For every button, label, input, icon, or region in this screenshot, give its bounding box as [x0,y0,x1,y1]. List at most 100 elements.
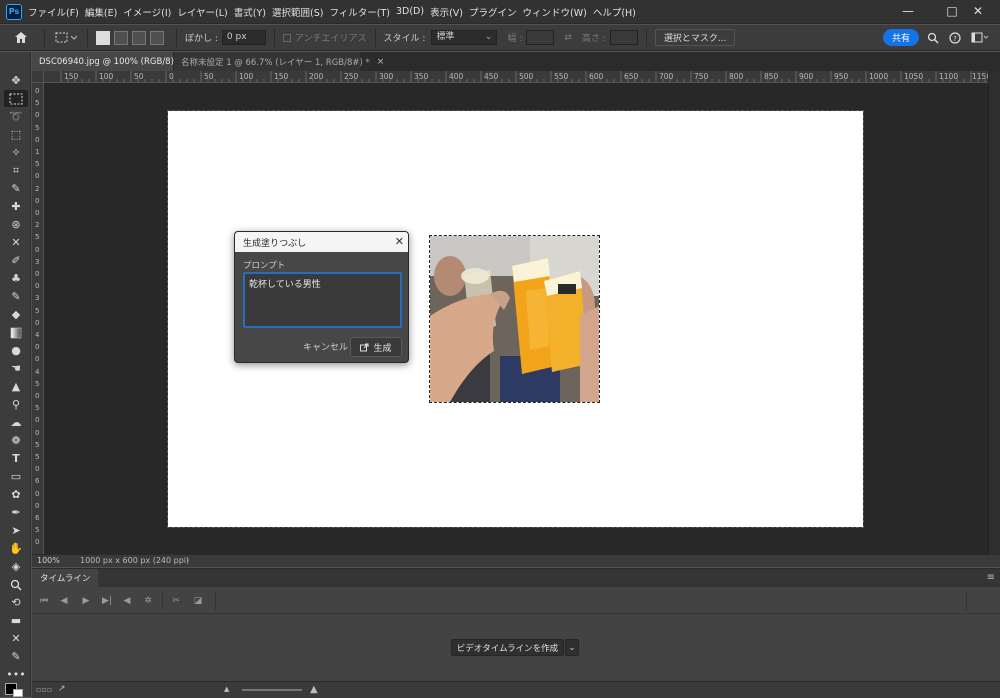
marquee-tool-icon[interactable] [4,90,28,107]
color-sampler-tool-icon[interactable]: ✕ [4,630,28,647]
rectangle-tool-icon[interactable]: ▭ [4,468,28,485]
select-and-mask-button[interactable]: 選択とマスク... [654,29,736,46]
panel-menu-icon[interactable]: ≡ [987,572,995,583]
pen-tool-icon[interactable]: ✒ [4,504,28,521]
tab-untitled-1[interactable]: 名称未設定 1 @ 66.7% (レイヤー 1, RGB/8#) * × [174,52,384,71]
menu-view[interactable]: 表示(V) [430,5,469,19]
content-aware-move-icon[interactable]: ✕ [4,234,28,251]
minimize-button[interactable]: — [886,0,930,22]
background-color-swatch[interactable] [13,689,23,697]
menu-help[interactable]: ヘルプ(H) [593,5,642,19]
intersect-selection-icon[interactable] [150,30,164,45]
menu-edit[interactable]: 編集(E) [85,5,123,19]
cancel-button[interactable]: キャンセル [303,340,348,353]
first-frame-icon[interactable]: ⏮ [36,593,52,609]
help-icon[interactable]: ? [948,30,962,46]
create-video-timeline-button[interactable]: ビデオタイムラインを作成 [451,639,564,656]
zoom-in-timeline-icon[interactable]: ▲ [310,684,318,695]
gradient-tool-icon[interactable] [4,324,28,341]
lasso-tool-icon[interactable]: ➰ [4,108,28,125]
spot-healing-tool-icon[interactable]: ✚ [4,198,28,215]
hand-tool-icon[interactable]: ✋ [4,540,28,557]
share-button[interactable]: 共有 [883,29,919,46]
patch-tool-icon[interactable]: ⊛ [4,216,28,233]
chevron-down-icon[interactable]: ⌄ [565,639,579,656]
ruler-label: 5 [35,233,40,242]
rotate-view-tool-icon[interactable]: ⟲ [4,594,28,611]
subtract-selection-icon[interactable] [132,30,146,45]
sharpen-tool-icon[interactable]: ▲ [4,378,28,395]
antialias-checkbox[interactable] [282,33,291,42]
previous-frame-icon[interactable]: ◀ [56,593,72,609]
dodge-tool-icon[interactable]: ⚲ [4,396,28,413]
menu-layer[interactable]: レイヤー(L) [177,5,233,19]
close-window-button[interactable]: ✕ [956,0,1000,22]
close-tab-icon[interactable]: × [377,57,385,67]
menu-file[interactable]: ファイル(F) [28,5,85,19]
split-at-playhead-icon[interactable]: ✂ [168,593,184,609]
clone-stamp-tool-icon[interactable]: ♣ [4,270,28,287]
audio-icon[interactable]: ◀ [119,593,135,609]
settings-icon[interactable]: ✲ [140,593,156,609]
eraser-tool-icon[interactable]: ◆ [4,306,28,323]
generate-button[interactable]: 生成 [350,337,402,357]
add-selection-icon[interactable] [114,30,128,45]
keyframes-icon[interactable]: ▫▫▫ [36,685,52,694]
beer-toast-photo[interactable] [429,235,600,403]
ruler-origin[interactable] [32,71,44,83]
sponge-tool-icon[interactable]: ☁ [4,414,28,431]
play-icon[interactable]: ▶ [78,593,94,609]
brush-tool-icon[interactable]: ✐ [4,252,28,269]
marquee-preset-icon[interactable] [53,30,79,46]
close-icon[interactable]: ✕ [395,235,404,248]
horizontal-ruler[interactable]: 150 100 50 0 50 100 150 200 250 300 350 … [44,71,988,83]
status-bar: 100% 1000 px x 600 px (240 ppi) › [32,554,1000,567]
paint-bucket-tool-icon[interactable]: ◈ [4,558,28,575]
menu-3d[interactable]: 3D(D) [396,6,430,17]
timeline-zoom-slider[interactable] [242,689,302,691]
style-select[interactable]: 標準 ⌄ [431,30,498,45]
magic-wand-tool-icon[interactable]: ✧ [4,144,28,161]
status-arrow-icon[interactable]: › [186,555,189,564]
history-brush-tool-icon[interactable]: ✎ [4,288,28,305]
more-tools-icon[interactable]: ••• [4,666,28,683]
menu-filter[interactable]: フィルター(T) [329,5,396,19]
type-tool-icon[interactable]: T [4,450,28,467]
move-tool-icon[interactable]: ✥ [4,72,28,89]
prompt-input[interactable]: 乾杯している男性 [243,272,402,328]
smudge-tool-icon[interactable]: ☚ [4,360,28,377]
search-icon[interactable] [926,30,940,46]
menu-select[interactable]: 選択範囲(S) [272,5,329,19]
workspace-icon[interactable] [970,30,990,46]
width-input[interactable] [526,30,555,45]
custom-shape-tool-icon[interactable]: ✿ [4,486,28,503]
vertical-ruler[interactable]: 0 5 0 5 0 1 5 0 2 0 0 2 5 0 3 0 0 3 5 0 4 0 0 4 5 0 5 0 0 5 5 0 6 0 0 6 5 0 [32,83,44,554]
new-selection-icon[interactable] [96,30,110,45]
burn-tool-icon[interactable]: ❁ [4,432,28,449]
zoom-tool-icon[interactable] [4,576,28,593]
next-frame-icon[interactable]: ▶| [99,593,115,609]
crop-tool-icon[interactable]: ⌗ [4,162,28,179]
object-selection-tool-icon[interactable]: ⬚ [4,126,28,143]
menu-plugins[interactable]: プラグイン [469,5,523,19]
menu-window[interactable]: ウィンドウ(W) [523,5,593,19]
swap-icon[interactable]: ⇄ [564,33,572,43]
convert-frames-icon[interactable]: ↗ [58,684,66,694]
zoom-out-timeline-icon[interactable]: ▲ [224,685,229,693]
blur-tool-icon[interactable]: ● [4,342,28,359]
healing-brush-tool-icon[interactable]: ✎ [4,648,28,665]
path-selection-tool-icon[interactable]: ➤ [4,522,28,539]
eyedropper-tool-icon[interactable]: ✎ [4,180,28,197]
zoom-level[interactable]: 100% [37,556,60,565]
menu-type[interactable]: 書式(Y) [234,5,272,19]
tab-dsc06940[interactable]: DSC06940.jpg @ 100% (RGB/8) * × [32,52,195,71]
home-icon[interactable] [6,30,36,46]
ruler-label: 50 [204,72,214,81]
menu-image[interactable]: イメージ(I) [123,5,177,19]
vertical-scrollbar[interactable] [988,71,1000,554]
tab-timeline[interactable]: タイムライン [32,569,99,587]
transition-icon[interactable]: ◪ [190,593,206,609]
feather-input[interactable]: 0 px [221,30,266,45]
height-input[interactable] [609,30,638,45]
ruler-tool-icon[interactable]: ▬ [4,612,28,629]
